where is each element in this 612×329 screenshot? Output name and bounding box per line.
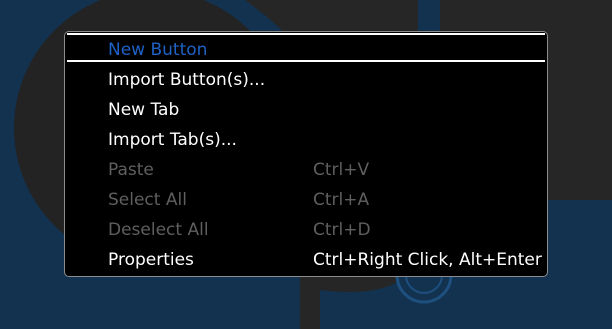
menu-item-properties[interactable]: Properties Ctrl+Right Click, Alt+Enter <box>65 246 547 274</box>
menu-item-label: Deselect All <box>108 220 209 240</box>
menu-item-shortcut: Ctrl+D <box>313 220 371 240</box>
context-menu: New Button Import Button(s)... New Tab I… <box>64 31 548 277</box>
menu-item-shortcut: Ctrl+Right Click, Alt+Enter <box>313 250 542 270</box>
menu-item-shortcut: Ctrl+A <box>313 190 370 210</box>
highlight-top-border <box>67 33 545 35</box>
menu-item-label: Select All <box>108 190 187 210</box>
menu-item-new-button[interactable]: New Button <box>65 36 547 64</box>
menu-item-import-buttons[interactable]: Import Button(s)... <box>65 66 547 94</box>
menu-item-shortcut: Ctrl+V <box>313 160 370 180</box>
menu-item-label: Import Button(s)... <box>108 70 266 90</box>
menu-item-label: New Button <box>108 40 208 60</box>
menu-item-deselect-all[interactable]: Deselect All Ctrl+D <box>65 216 547 244</box>
menu-item-paste[interactable]: Paste Ctrl+V <box>65 156 547 184</box>
menu-item-import-tabs[interactable]: Import Tab(s)... <box>65 126 547 154</box>
menu-item-label: New Tab <box>108 100 180 120</box>
menu-item-label: Paste <box>108 160 154 180</box>
menu-item-select-all[interactable]: Select All Ctrl+A <box>65 186 547 214</box>
menu-item-label: Import Tab(s)... <box>108 130 237 150</box>
menu-item-new-tab[interactable]: New Tab <box>65 96 547 124</box>
menu-item-label: Properties <box>108 250 194 270</box>
